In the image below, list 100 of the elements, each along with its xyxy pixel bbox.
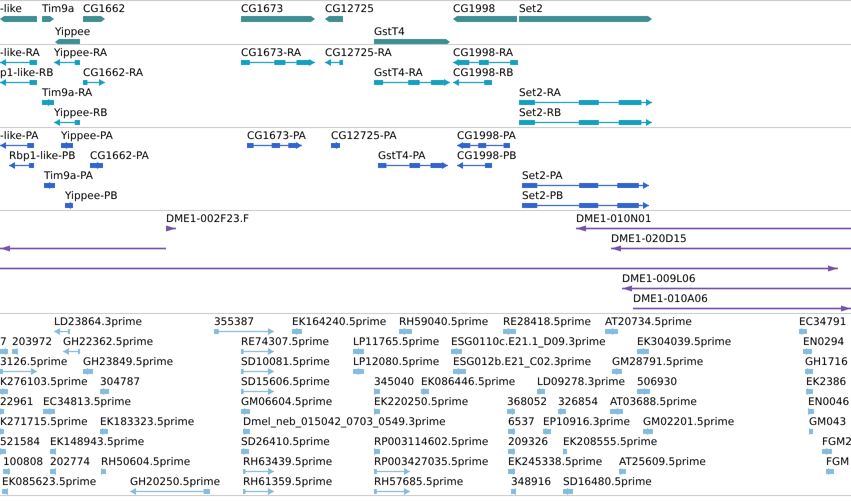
feature-label: Dmel_neb_015042_0703_0549.3prime	[243, 416, 446, 428]
feature-label: GM28791.5prime	[612, 356, 704, 368]
feature-label: Yippee-PB	[65, 190, 118, 202]
feature-label: SD15606.5prime	[241, 376, 330, 388]
feature-label: 348916	[511, 476, 552, 488]
feature-label: GstT4	[374, 26, 405, 38]
feature-label: LP12080.5prime	[353, 356, 440, 368]
feature-label: 209326	[508, 436, 548, 448]
feature-label: -like	[0, 3, 22, 15]
feature-label: ESG0110c.E21.1_D09.3prime	[451, 336, 606, 348]
feature-label: -like-PA	[0, 130, 38, 142]
feature-label: CG1998	[453, 3, 496, 15]
feature-label: RH57685.5prime	[374, 476, 464, 488]
feature-label: GH22362.5prime	[63, 336, 154, 348]
feature-label: 6537	[508, 416, 535, 428]
feature-label: CG12725	[325, 3, 374, 15]
feature-label: EK086446.5prime	[421, 376, 516, 388]
feature-label: EC34791	[799, 316, 846, 328]
feature-label: GM06604.5prime	[241, 396, 332, 408]
feature-label: 3126.5prime	[0, 356, 68, 368]
feature-label: DME1-002F23.F	[166, 213, 250, 225]
feature-label: GstT4-RA	[374, 67, 423, 79]
feature-label: EN0294	[803, 336, 844, 348]
feature-label: 202774	[50, 456, 90, 468]
feature-label: LD09278.3prime	[537, 376, 625, 388]
feature-label: 368052	[507, 396, 548, 408]
feature-label: ESG012b.E21_C02.3prime	[453, 356, 592, 368]
feature-label: EK183323.5prime	[100, 416, 194, 428]
feature-label: Set2-PB	[522, 190, 564, 202]
feature-label: RH59040.5prime	[399, 316, 488, 328]
feature-label: EK245338.5prime	[508, 456, 602, 468]
feature-label: EK085623.5prime	[2, 476, 96, 488]
feature-label: Tim9a-PA	[44, 170, 93, 182]
feature-label: CG1673-RA	[241, 47, 302, 59]
feature-label: Set2-PA	[522, 170, 563, 182]
feature-label: SD16480.5prime	[563, 476, 652, 488]
feature-label: CG1662-PA	[90, 150, 149, 162]
feature-label: 203972	[12, 336, 52, 348]
feature-label: GstT4-PA	[378, 150, 426, 162]
feature-label: CG1998-RA	[453, 47, 514, 59]
feature-label: 7	[0, 336, 7, 348]
feature-label: LP11765.5prime	[353, 336, 440, 348]
feature-label: Yippee-RB	[54, 107, 108, 119]
feature-label: CG1673	[241, 3, 284, 15]
feature-label: RE74307.5prime	[241, 336, 329, 348]
feature-label: 326854	[558, 396, 598, 408]
feature-label: RH50604.5prime	[101, 456, 190, 468]
feature-label: EK164240.5prime	[292, 316, 386, 328]
feature-label: RH63439.5prime	[243, 456, 332, 468]
feature-label: 521584	[0, 436, 40, 448]
feature-label: p1-like-RB	[0, 67, 54, 79]
feature-label: SD26410.5prime	[241, 436, 330, 448]
feature-label: EK148943.5prime	[50, 436, 144, 448]
feature-label: EK208555.5prime	[563, 436, 658, 448]
feature-label: RE28418.5prime	[503, 316, 591, 328]
feature-label: CG1998-RB	[453, 67, 514, 79]
feature-label: CG1673-PA	[247, 130, 306, 142]
feature-label: Set2	[519, 3, 543, 15]
feature-label: GH1716	[805, 356, 848, 368]
feature-label: FGM2	[822, 436, 851, 448]
feature-label: K271715.5prime	[0, 416, 88, 428]
feature-label: RP003427035.5prime	[374, 456, 488, 468]
feature-label: EC34813.5prime	[43, 396, 131, 408]
feature-label: LD23864.3prime	[54, 316, 142, 328]
feature-label: DME1-010N01	[576, 213, 652, 225]
feature-label: DME1-010A06	[633, 293, 708, 305]
feature-label: 345040	[374, 376, 414, 388]
feature-label: CG1998-PB	[457, 150, 517, 162]
feature-label: CG1662-RA	[83, 67, 144, 79]
feature-label: SD10081.5prime	[241, 356, 330, 368]
feature-label: 22961	[0, 396, 34, 408]
feature-label: EK304039.5prime	[637, 336, 732, 348]
feature-label: K276103.5prime	[0, 376, 88, 388]
feature-label: GH20250.5prime	[130, 476, 220, 488]
feature-label: FGM	[826, 456, 850, 468]
feature-label: GM02201.5prime	[643, 416, 734, 428]
feature-label: AT03688.5prime	[610, 396, 697, 408]
feature-label: EN0046	[808, 396, 850, 408]
feature-label: Yippee-PA	[61, 130, 113, 142]
feature-label: RP003114602.5prime	[374, 436, 488, 448]
feature-label: CG1998-PA	[457, 130, 516, 142]
feature-label: -like-RA	[0, 47, 40, 59]
feature-label: 355387	[214, 316, 254, 328]
feature-label: GM043	[809, 416, 846, 428]
feature-label: DME1-020D15	[611, 233, 687, 245]
feature-label: CG12725-RA	[325, 47, 392, 59]
feature-label: Tim9a	[42, 3, 74, 15]
feature-label: RH61359.5prime	[243, 476, 332, 488]
feature-label: Tim9a-RA	[42, 87, 92, 99]
feature-label: Yippee	[55, 26, 90, 38]
feature-label: CG12725-PA	[331, 130, 397, 142]
feature-label: EK2386	[806, 376, 846, 388]
feature-label: Yippee-RA	[54, 47, 108, 59]
feature-label: 304787	[100, 376, 140, 388]
feature-label: GH23849.5prime	[83, 356, 174, 368]
feature-label: CG1662	[83, 3, 126, 15]
feature-label: Set2-RA	[519, 87, 561, 99]
feature-label: 506930	[637, 376, 678, 388]
feature-label: DME1-009L06	[622, 273, 696, 285]
feature-label: Set2-RB	[519, 107, 562, 119]
